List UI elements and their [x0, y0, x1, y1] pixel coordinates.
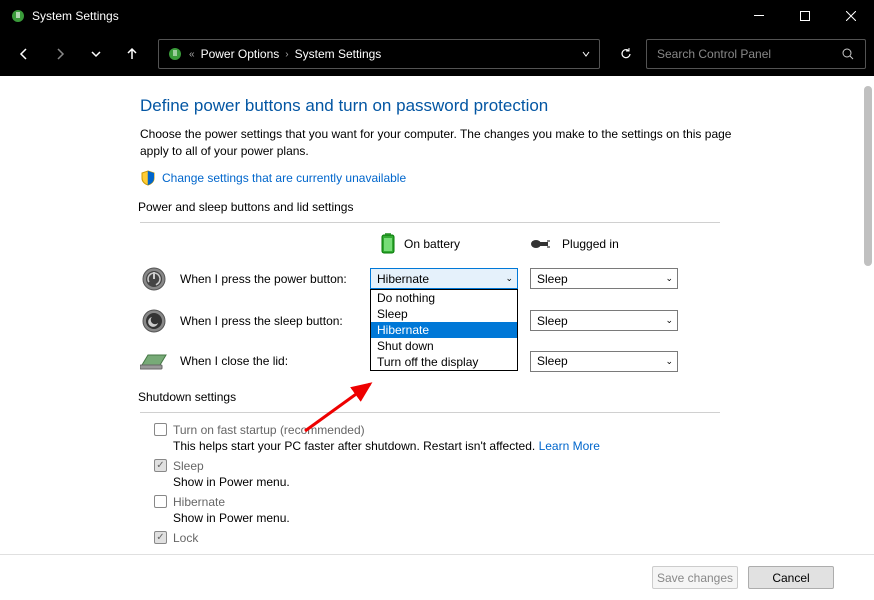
toolbar: « Power Options › System Settings Search… — [0, 32, 874, 76]
app-icon — [10, 8, 26, 24]
refresh-button[interactable] — [610, 38, 642, 70]
page-heading: Define power buttons and turn on passwor… — [140, 96, 740, 116]
dropdown-option-shutdown[interactable]: Shut down — [371, 338, 517, 354]
address-dropdown-icon[interactable] — [581, 49, 591, 59]
titlebar: System Settings — [0, 0, 874, 32]
dropdown-option-do-nothing[interactable]: Do nothing — [371, 290, 517, 306]
hibernate-option-label: Hibernate — [173, 495, 225, 509]
section-shutdown-title: Shutdown settings — [138, 390, 740, 404]
learn-more-link[interactable]: Learn More — [539, 439, 600, 453]
sleep-option-label: Sleep — [173, 459, 204, 473]
power-plugged-combo[interactable]: Sleep ⌄ — [530, 268, 678, 289]
lid-plugged-combo[interactable]: Sleep ⌄ — [530, 351, 678, 372]
divider — [140, 222, 720, 223]
column-on-battery: On battery — [380, 233, 460, 255]
chevron-down-icon: ⌄ — [665, 356, 673, 367]
sleep-plugged-combo[interactable]: Sleep ⌄ — [530, 310, 678, 331]
scrollbar-thumb[interactable] — [864, 86, 872, 266]
admin-link-row[interactable]: Change settings that are currently unava… — [140, 170, 740, 186]
fast-startup-label: Turn on fast startup (recommended) — [173, 423, 365, 437]
search-icon — [841, 47, 855, 61]
section-power-sleep-title: Power and sleep buttons and lid settings — [138, 200, 740, 214]
lock-option-label: Lock — [173, 531, 198, 545]
hibernate-option-desc: Show in Power menu. — [173, 511, 740, 525]
save-changes-button[interactable]: Save changes — [652, 566, 738, 589]
dropdown-option-turn-off-display[interactable]: Turn off the display — [371, 354, 517, 370]
footer: Save changes Cancel — [0, 554, 874, 600]
minimize-button[interactable] — [736, 0, 782, 32]
plug-icon — [530, 237, 554, 251]
shield-icon — [140, 170, 156, 186]
chevron-icon: « — [189, 49, 195, 60]
lock-checkbox[interactable]: ✓ — [154, 531, 167, 544]
lid-label: When I close the lid: — [180, 354, 358, 368]
forward-button[interactable] — [44, 38, 76, 70]
maximize-button[interactable] — [782, 0, 828, 32]
sleep-button-icon — [140, 309, 168, 333]
lid-icon — [140, 351, 168, 371]
fast-startup-desc: This helps start your PC faster after sh… — [173, 439, 740, 453]
fast-startup-checkbox[interactable] — [154, 423, 167, 436]
sleep-button-label: When I press the sleep button: — [180, 314, 358, 328]
column-plugged-in: Plugged in — [530, 237, 619, 251]
sleep-checkbox[interactable]: ✓ — [154, 459, 167, 472]
chevron-down-icon: ⌄ — [665, 273, 673, 284]
battery-icon — [380, 233, 396, 255]
cancel-button[interactable]: Cancel — [748, 566, 834, 589]
dropdown-option-hibernate[interactable]: Hibernate — [371, 322, 517, 338]
address-bar[interactable]: « Power Options › System Settings — [158, 39, 600, 69]
control-panel-icon — [167, 46, 183, 62]
window-title: System Settings — [32, 9, 736, 23]
search-placeholder: Search Control Panel — [657, 47, 841, 61]
power-button-label: When I press the power button: — [180, 272, 358, 286]
close-button[interactable] — [828, 0, 874, 32]
search-box[interactable]: Search Control Panel — [646, 39, 866, 69]
page-description: Choose the power settings that you want … — [140, 126, 740, 160]
breadcrumb-system-settings[interactable]: System Settings — [295, 47, 382, 61]
content-area: Define power buttons and turn on passwor… — [0, 76, 874, 554]
power-button-icon — [140, 267, 168, 291]
back-button[interactable] — [8, 38, 40, 70]
power-battery-combo[interactable]: Hibernate ⌄ Do nothing Sleep Hibernate S… — [370, 268, 518, 289]
power-battery-dropdown: Do nothing Sleep Hibernate Shut down Tur… — [370, 289, 518, 371]
chevron-down-icon: ⌄ — [505, 273, 513, 284]
recent-button[interactable] — [80, 38, 112, 70]
chevron-down-icon: ⌄ — [665, 315, 673, 326]
up-button[interactable] — [116, 38, 148, 70]
sleep-option-desc: Show in Power menu. — [173, 475, 740, 489]
breadcrumb-power-options[interactable]: Power Options — [201, 47, 280, 61]
chevron-right-icon: › — [285, 49, 288, 60]
hibernate-checkbox[interactable] — [154, 495, 167, 508]
divider — [140, 412, 720, 413]
change-settings-link[interactable]: Change settings that are currently unava… — [162, 171, 406, 185]
dropdown-option-sleep[interactable]: Sleep — [371, 306, 517, 322]
